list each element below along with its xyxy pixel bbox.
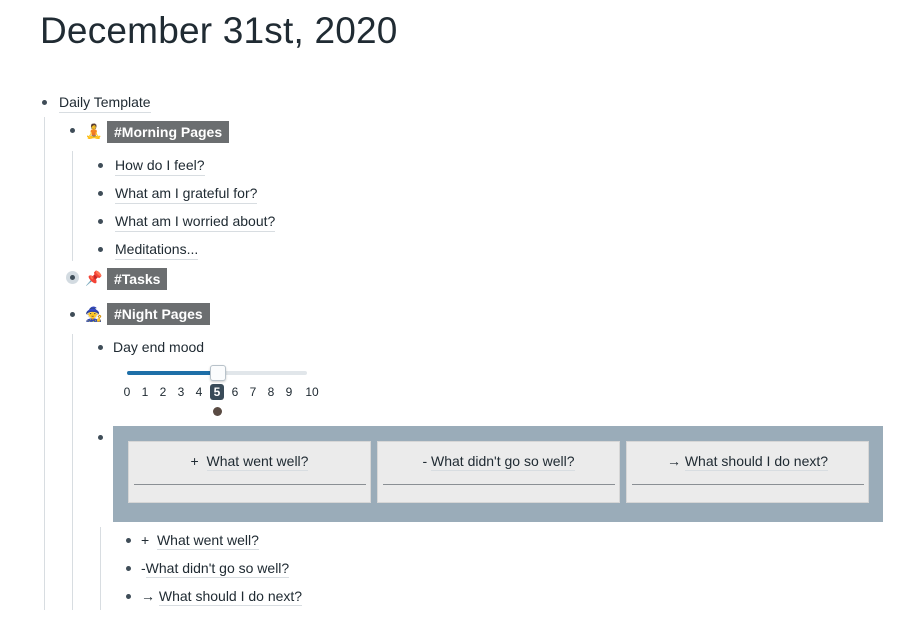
board-column-title: - What didn't go so well? (422, 453, 575, 471)
list-item[interactable]: Meditations... (115, 240, 199, 260)
mood-slider-tick[interactable]: 1 (138, 385, 152, 399)
morning-pages-tag[interactable]: #Morning Pages (107, 121, 230, 143)
bullet[interactable] (98, 219, 103, 224)
mood-slider-tick[interactable]: 3 (174, 385, 188, 399)
child-link[interactable]: What went well? (156, 532, 259, 550)
mood-slider-tick[interactable]: 5 (210, 384, 224, 400)
child-link[interactable]: What didn't go so well? (145, 560, 290, 578)
list-item[interactable]: What am I worried about? (115, 212, 276, 232)
bullet[interactable] (98, 435, 103, 440)
page-title: December 31st, 2020 (40, 10, 398, 51)
bullet[interactable] (98, 247, 103, 252)
list-item: → What should I do next? (141, 588, 303, 606)
tasks-tag[interactable]: #Tasks (107, 268, 168, 290)
mage-emoji-icon: 🧙 (85, 306, 103, 322)
bullet[interactable] (70, 312, 75, 317)
night-pages-tag[interactable]: #Night Pages (107, 303, 210, 325)
list-item[interactable]: What am I grateful for? (115, 184, 258, 204)
board-column-do-next[interactable] (626, 441, 869, 503)
column-divider (134, 484, 366, 485)
mood-slider-tick[interactable]: 9 (282, 385, 296, 399)
bullet[interactable] (42, 100, 47, 105)
children-guide-line (72, 334, 73, 610)
bullet[interactable] (126, 538, 131, 543)
daily-template-link[interactable]: Daily Template (59, 93, 151, 113)
mood-slider-fill (127, 371, 217, 375)
children-guide-line (44, 117, 45, 610)
children-guide-line (100, 527, 101, 610)
meditation-emoji-icon: 🧘 (85, 123, 103, 139)
collapsed-bullet[interactable] (66, 271, 79, 284)
pushpin-emoji-icon: 📌 (85, 270, 103, 286)
mood-slider-tick[interactable]: 10 (303, 385, 321, 399)
child-link[interactable]: What should I do next? (158, 588, 303, 606)
list-item[interactable]: How do I feel? (115, 156, 205, 176)
avatar (213, 407, 222, 416)
column-divider (632, 484, 864, 485)
mood-slider-tick[interactable]: 6 (228, 385, 242, 399)
children-guide-line (72, 151, 73, 261)
board-column-title: → What should I do next? (666, 453, 829, 471)
list-item: + What went well? (141, 532, 259, 550)
mood-slider-tick[interactable]: 0 (120, 385, 134, 399)
bullet[interactable] (98, 345, 103, 350)
bullet[interactable] (98, 163, 103, 168)
mood-slider-tick[interactable]: 2 (156, 385, 170, 399)
bullet[interactable] (126, 594, 131, 599)
bullet[interactable] (70, 128, 75, 133)
bullet[interactable] (126, 566, 131, 571)
board-column-title: + What went well? (190, 453, 309, 471)
mood-slider-tick[interactable]: 4 (192, 385, 206, 399)
bullet[interactable] (98, 191, 103, 196)
mood-slider-handle[interactable] (210, 365, 226, 381)
board-column-went-well[interactable] (128, 441, 371, 503)
mood-slider-tick[interactable]: 8 (264, 385, 278, 399)
column-divider (383, 484, 615, 485)
day-end-mood-label: Day end mood (113, 339, 205, 355)
list-item: -What didn't go so well? (141, 560, 290, 578)
board-column-didnt-go-well[interactable] (377, 441, 620, 503)
mood-slider-tick[interactable]: 7 (246, 385, 260, 399)
